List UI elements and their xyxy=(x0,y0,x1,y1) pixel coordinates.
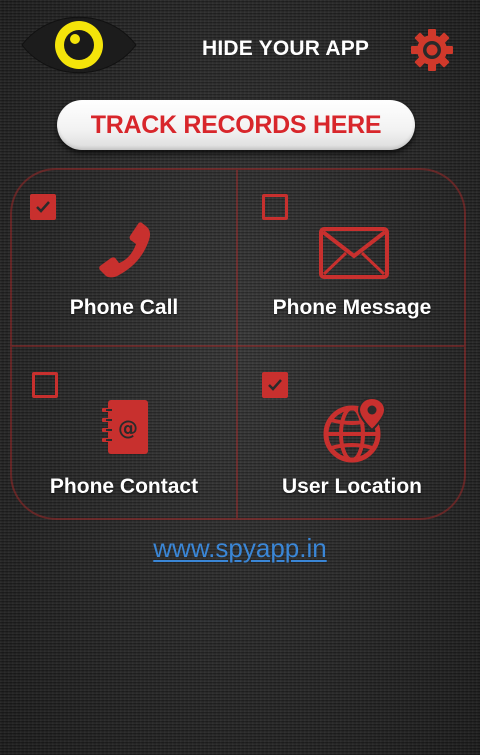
tile-phone-message[interactable]: Phone Message xyxy=(238,168,466,346)
eye-icon xyxy=(21,16,137,74)
contact-book-icon: @ xyxy=(102,400,148,454)
website-link[interactable]: www.spyapp.in xyxy=(0,533,480,564)
user-location-checkbox[interactable] xyxy=(262,372,288,398)
app-title: HIDE YOUR APP xyxy=(202,37,370,60)
phone-call-checkbox[interactable] xyxy=(30,194,56,220)
globe-location-icon xyxy=(323,396,387,463)
tile-user-location[interactable]: User Location xyxy=(238,346,466,520)
phone-message-label: Phone Message xyxy=(272,296,432,319)
phone-icon xyxy=(99,222,151,278)
header: HIDE YOUR APP xyxy=(0,0,480,100)
phone-message-checkbox[interactable] xyxy=(262,194,288,220)
gear-icon[interactable] xyxy=(410,28,454,72)
phone-contact-label: Phone Contact xyxy=(49,475,199,498)
envelope-icon xyxy=(319,227,389,279)
phone-contact-checkbox[interactable] xyxy=(32,372,58,398)
checkmark-icon xyxy=(268,379,282,391)
tile-phone-call[interactable]: Phone Call xyxy=(10,168,238,346)
user-location-label: User Location xyxy=(281,475,423,498)
tile-phone-contact[interactable]: @ Phone Contact xyxy=(10,346,238,520)
svg-text:@: @ xyxy=(118,416,138,440)
checkmark-icon xyxy=(36,201,50,213)
phone-call-label: Phone Call xyxy=(69,296,179,319)
track-records-button[interactable]: TRACK RECORDS HERE xyxy=(57,100,415,150)
